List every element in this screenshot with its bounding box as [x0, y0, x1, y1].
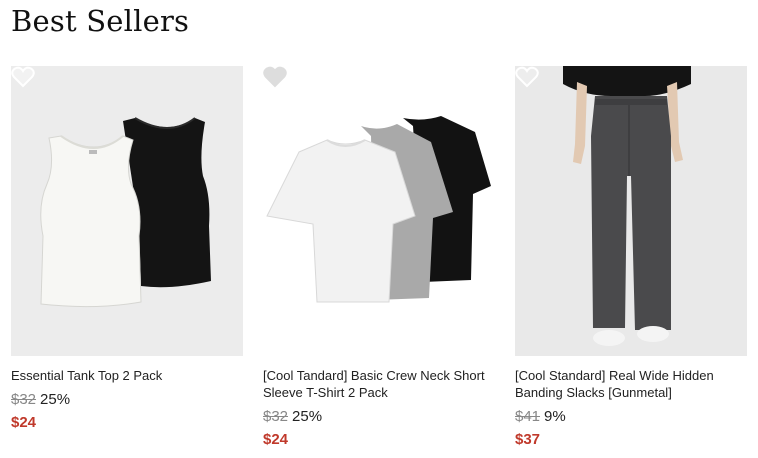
tshirts-illustration	[266, 116, 491, 303]
original-price: $41	[515, 408, 541, 425]
product-card[interactable]: [Cool Tandard] Basic Crew Neck Short Sle…	[263, 66, 495, 448]
product-name[interactable]: [Cool Tandard] Basic Crew Neck Short Sle…	[263, 367, 495, 401]
sale-price: $37	[515, 431, 541, 448]
slacks-model-illustration	[563, 66, 691, 346]
product-name[interactable]: [Cool Standard] Real Wide Hidden Banding…	[515, 367, 747, 401]
product-name[interactable]: Essential Tank Top 2 Pack	[11, 367, 243, 384]
product-image[interactable]	[515, 66, 747, 356]
product-image[interactable]	[11, 66, 243, 356]
sale-price: $24	[263, 431, 289, 448]
heart-outline-icon[interactable]	[11, 66, 35, 88]
product-card[interactable]: Essential Tank Top 2 Pack $32 25% $24	[11, 66, 243, 431]
product-card[interactable]: [Cool Standard] Real Wide Hidden Banding…	[515, 66, 747, 448]
tank-tops-illustration	[40, 117, 211, 308]
original-price: $32	[11, 391, 37, 408]
product-image[interactable]	[263, 66, 495, 356]
discount-percent: 9%	[544, 408, 566, 425]
discount-percent: 25%	[40, 391, 71, 408]
heart-outline-icon[interactable]	[263, 66, 287, 88]
heart-outline-icon[interactable]	[515, 66, 539, 88]
section-title: Best Sellers	[11, 4, 190, 38]
price-row: $41 9%	[515, 408, 747, 426]
discount-percent: 25%	[292, 408, 323, 425]
original-price: $32	[263, 408, 289, 425]
sale-price: $24	[11, 414, 37, 431]
price-row: $32 25%	[263, 408, 495, 426]
price-row: $32 25%	[11, 391, 243, 409]
